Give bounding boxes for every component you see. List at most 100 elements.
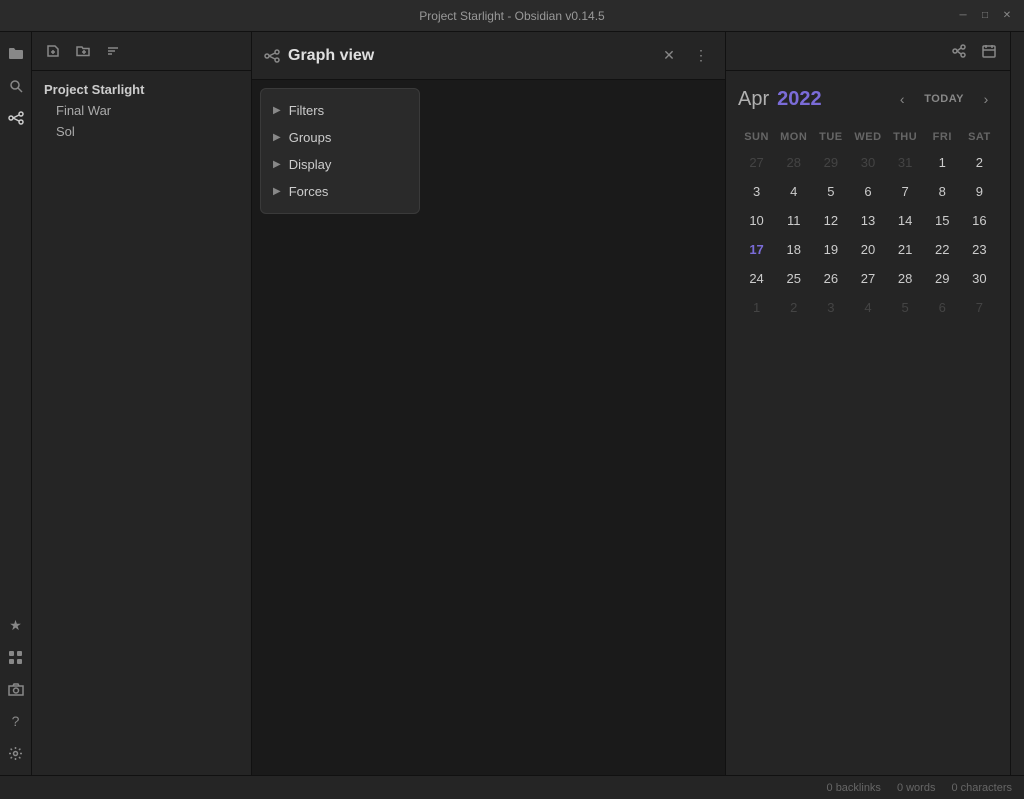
cal-cell-w3-d2[interactable]: 19 — [812, 236, 849, 263]
settings-icon[interactable] — [2, 739, 30, 767]
calendar-day-headers: SUN MON TUE WED THU FRI SAT — [738, 127, 998, 147]
filter-arrow-display: ▶ — [273, 159, 281, 170]
cal-cell-w3-d4[interactable]: 21 — [887, 236, 924, 263]
cal-cell-w4-d5[interactable]: 29 — [924, 265, 961, 292]
filter-label-groups: Groups — [289, 130, 332, 145]
minimize-button[interactable]: ─ — [956, 9, 970, 23]
calendar-prev-button[interactable]: ‹ — [890, 87, 914, 111]
calendar-week-5: 1234567 — [738, 294, 998, 321]
calendar-weeks: 2728293031123456789101112131415161718192… — [738, 149, 998, 321]
close-button[interactable]: ✕ — [1000, 9, 1014, 23]
graph-header: Graph view ✕ ⋮ — [252, 32, 725, 80]
main-layout: ★ ? — [0, 32, 1024, 775]
calendar-icon[interactable] — [976, 38, 1002, 64]
filter-item-groups[interactable]: ▶ Groups — [261, 124, 419, 151]
open-folder-icon[interactable] — [2, 40, 30, 68]
tree-item-final-war[interactable]: Final War — [32, 100, 251, 121]
cal-cell-w4-d4[interactable]: 28 — [887, 265, 924, 292]
cal-cell-w0-d3[interactable]: 30 — [849, 149, 886, 176]
cal-cell-w5-d4[interactable]: 5 — [887, 294, 924, 321]
calendar-panel: Apr 2022 ‹ TODAY › SUN MON TUE WED THU F… — [725, 32, 1010, 775]
filter-item-display[interactable]: ▶ Display — [261, 151, 419, 178]
graph-close-button[interactable]: ✕ — [657, 44, 681, 68]
cal-cell-w2-d1[interactable]: 11 — [775, 207, 812, 234]
sort-icon[interactable] — [100, 38, 126, 64]
calendar-panel-toolbar — [726, 32, 1010, 71]
calendar-container: Apr 2022 ‹ TODAY › SUN MON TUE WED THU F… — [726, 71, 1010, 775]
cal-cell-w1-d2[interactable]: 5 — [812, 178, 849, 205]
filter-label-filters: Filters — [289, 103, 324, 118]
cal-header-wed: WED — [849, 127, 886, 147]
calendar-header: Apr 2022 ‹ TODAY › — [738, 87, 998, 111]
new-file-icon[interactable] — [40, 38, 66, 64]
cal-cell-w4-d1[interactable]: 25 — [775, 265, 812, 292]
calendar-next-button[interactable]: › — [974, 87, 998, 111]
cal-cell-w2-d0[interactable]: 10 — [738, 207, 775, 234]
filter-arrow-groups: ▶ — [273, 132, 281, 143]
calendar-month: Apr — [738, 88, 769, 111]
camera-icon[interactable] — [2, 675, 30, 703]
cal-cell-w2-d4[interactable]: 14 — [887, 207, 924, 234]
cal-cell-w3-d0[interactable]: 17 — [738, 236, 775, 263]
graph-link-icon[interactable] — [946, 38, 972, 64]
cal-cell-w2-d2[interactable]: 12 — [812, 207, 849, 234]
cal-cell-w3-d3[interactable]: 20 — [849, 236, 886, 263]
graph-view-title: Graph view — [288, 47, 649, 65]
grid-icon[interactable] — [2, 643, 30, 671]
cal-cell-w1-d1[interactable]: 4 — [775, 178, 812, 205]
starred-icon[interactable]: ★ — [2, 611, 30, 639]
cal-cell-w1-d5[interactable]: 8 — [924, 178, 961, 205]
statusbar: 0 backlinks 0 words 0 characters — [0, 775, 1024, 799]
cal-cell-w2-d5[interactable]: 15 — [924, 207, 961, 234]
cal-header-mon: MON — [775, 127, 812, 147]
cal-cell-w0-d5[interactable]: 1 — [924, 149, 961, 176]
cal-cell-w5-d3[interactable]: 4 — [849, 294, 886, 321]
help-icon[interactable]: ? — [2, 707, 30, 735]
calendar-today-button[interactable]: TODAY — [918, 91, 970, 107]
cal-cell-w1-d0[interactable]: 3 — [738, 178, 775, 205]
backlinks-status: 0 backlinks — [827, 782, 881, 794]
tree-folder: Project Starlight — [32, 79, 251, 100]
right-scroll[interactable] — [1010, 32, 1024, 775]
file-panel-toolbar — [32, 32, 251, 71]
cal-cell-w5-d1[interactable]: 2 — [775, 294, 812, 321]
filter-arrow-filters: ▶ — [273, 105, 281, 116]
cal-cell-w3-d1[interactable]: 18 — [775, 236, 812, 263]
new-folder-icon[interactable] — [70, 38, 96, 64]
cal-cell-w1-d4[interactable]: 7 — [887, 178, 924, 205]
cal-cell-w2-d3[interactable]: 13 — [849, 207, 886, 234]
filter-item-forces[interactable]: ▶ Forces — [261, 178, 419, 205]
cal-cell-w0-d4[interactable]: 31 — [887, 149, 924, 176]
cal-cell-w5-d5[interactable]: 6 — [924, 294, 961, 321]
cal-header-fri: FRI — [924, 127, 961, 147]
search-icon[interactable] — [2, 72, 30, 100]
calendar-week-0: 272829303112 — [738, 149, 998, 176]
words-status: 0 words — [897, 782, 936, 794]
cal-cell-w4-d6[interactable]: 30 — [961, 265, 998, 292]
cal-cell-w0-d2[interactable]: 29 — [812, 149, 849, 176]
cal-cell-w3-d5[interactable]: 22 — [924, 236, 961, 263]
cal-cell-w5-d0[interactable]: 1 — [738, 294, 775, 321]
tree-item-sol[interactable]: Sol — [32, 121, 251, 142]
graph-view-icon[interactable] — [2, 104, 30, 132]
cal-cell-w4-d2[interactable]: 26 — [812, 265, 849, 292]
cal-header-sun: SUN — [738, 127, 775, 147]
graph-menu-button[interactable]: ⋮ — [689, 44, 713, 68]
cal-cell-w0-d1[interactable]: 28 — [775, 149, 812, 176]
cal-cell-w5-d6[interactable]: 7 — [961, 294, 998, 321]
calendar-year: 2022 — [777, 88, 822, 111]
cal-cell-w1-d3[interactable]: 6 — [849, 178, 886, 205]
maximize-button[interactable]: □ — [978, 9, 992, 23]
cal-header-thu: THU — [887, 127, 924, 147]
filter-item-filters[interactable]: ▶ Filters — [261, 97, 419, 124]
filter-label-forces: Forces — [289, 184, 329, 199]
cal-cell-w1-d6[interactable]: 9 — [961, 178, 998, 205]
filter-arrow-forces: ▶ — [273, 186, 281, 197]
cal-cell-w3-d6[interactable]: 23 — [961, 236, 998, 263]
cal-cell-w4-d3[interactable]: 27 — [849, 265, 886, 292]
cal-cell-w0-d0[interactable]: 27 — [738, 149, 775, 176]
cal-cell-w5-d2[interactable]: 3 — [812, 294, 849, 321]
cal-cell-w2-d6[interactable]: 16 — [961, 207, 998, 234]
cal-cell-w4-d0[interactable]: 24 — [738, 265, 775, 292]
cal-cell-w0-d6[interactable]: 2 — [961, 149, 998, 176]
